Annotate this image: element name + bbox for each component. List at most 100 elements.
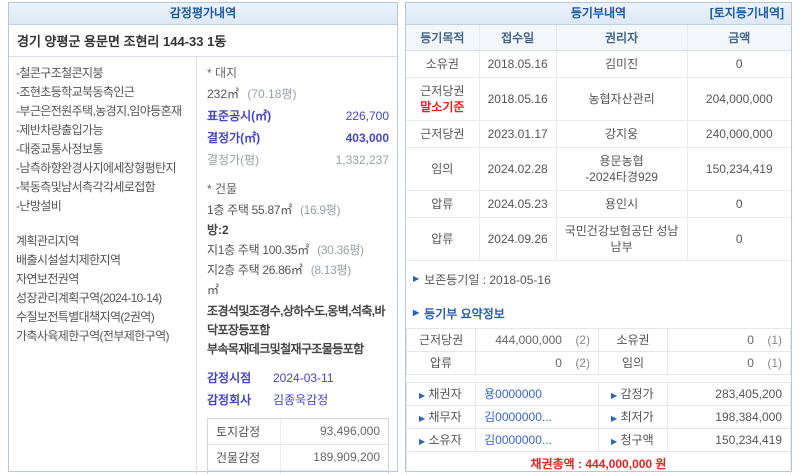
bullet-arrow-icon: ▶ bbox=[413, 309, 419, 317]
row-holder: 농협자산관리 bbox=[556, 77, 687, 120]
creditor-label-text: 채권자 bbox=[429, 387, 462, 401]
summary-row: 압류 0 (2) 임의 0 (1) bbox=[407, 351, 791, 374]
summary-amount: 444,000,000 bbox=[495, 333, 562, 347]
creditor-value: 용0000000 bbox=[476, 382, 599, 405]
decided-price-pyeong-value: 1,332,237 bbox=[336, 149, 389, 171]
decided-price-value: 403,000 bbox=[346, 127, 389, 149]
decided-price-row: 결정가(㎡) 403,000 bbox=[207, 127, 389, 149]
bullet-arrow-icon: ▶ bbox=[611, 414, 617, 423]
zoning-list: 계획관리지역 배출시설설치제한지역 자연보전권역 성장관리계획구역(2024-1… bbox=[16, 232, 193, 346]
summary-row: ▶ 채무자 김0000000... ▶ 최저가 198,384,000 bbox=[407, 405, 791, 428]
summary-label: 임의 bbox=[598, 351, 667, 374]
building-appraisal-row: 건물감정 189,909,200 bbox=[208, 445, 388, 471]
row-holder: 김미진 bbox=[556, 50, 687, 77]
row-purpose: 소유권 bbox=[406, 50, 479, 77]
claim-amount-label-text: 청구액 bbox=[620, 433, 653, 447]
summary-row: 근저당권 444,000,000 (2) 소유권 0 (1) bbox=[407, 328, 791, 351]
row-purpose: 압류 bbox=[406, 217, 479, 260]
room-count: 방:2 bbox=[207, 220, 389, 240]
summary-value: 0 (1) bbox=[668, 328, 791, 351]
row-amount: 0 bbox=[687, 50, 791, 77]
basement1-pyeong: (30.36평) bbox=[317, 243, 364, 257]
appraisal-panel: 감정평가내역 경기 양평군 용문면 조현리 144-33 1동 -철콘구조철콘지… bbox=[8, 2, 398, 472]
summary-count: (1) bbox=[767, 356, 782, 370]
row-amount: 204,000,000 bbox=[687, 77, 791, 120]
row-date: 2024.05.23 bbox=[479, 190, 556, 217]
summary-count: (2) bbox=[575, 333, 590, 347]
bullet-arrow-icon: ▶ bbox=[419, 414, 425, 423]
land-area-sqm: 232㎡ bbox=[207, 87, 239, 101]
zone-item: 가축사육제한구역(전부제한구역) bbox=[16, 327, 193, 346]
registry-title-text: 등기부내역 bbox=[571, 6, 626, 20]
zone-item: 배출시설설치제한지역 bbox=[16, 251, 193, 270]
standard-price-label: 표준공시(㎡) bbox=[207, 105, 271, 127]
minimum-price-label-text: 최저가 bbox=[620, 410, 653, 424]
basement1-area: 지1층 주택 100.35㎡ bbox=[207, 243, 309, 257]
col-amount: 금액 bbox=[687, 25, 791, 50]
land-area: 232㎡ (70.18평) bbox=[207, 84, 389, 105]
property-address: 경기 양평군 용문면 조현리 144-33 1동 bbox=[9, 25, 397, 57]
feature-item: -철콘구조철콘지붕 bbox=[16, 64, 193, 83]
appraised-value: 283,405,200 bbox=[668, 382, 791, 405]
registry-header-row: 등기목적 접수일 권리자 금액 bbox=[406, 25, 791, 50]
floor1-area: 1층 주택 55.87㎡ bbox=[207, 203, 292, 217]
row-holder: 국민건강보험공단 성남남부 bbox=[556, 217, 687, 260]
debtor-label-text: 채무자 bbox=[429, 410, 462, 424]
bullet-arrow-icon: ▶ bbox=[611, 391, 617, 400]
table-row: 압류 2024.05.23 용인시 0 bbox=[406, 190, 791, 217]
registry-table: 등기목적 접수일 권리자 금액 소유권 2018.05.16 김미진 0 근저당… bbox=[406, 25, 791, 261]
decided-price-pyeong-label: 결정가(평) bbox=[207, 149, 259, 171]
summary-label: 소유권 bbox=[598, 328, 667, 351]
debtor-value: 김0000000... bbox=[476, 405, 599, 428]
registry-panel: 등기부내역 [토지등기내역] 등기목적 접수일 권리자 금액 소유권 2018.… bbox=[405, 2, 792, 472]
appraisal-company-value: 김종욱감정 bbox=[273, 389, 328, 411]
row-purpose: 임의 bbox=[406, 147, 479, 190]
row-date: 2018.05.16 bbox=[479, 77, 556, 120]
land-registry-link[interactable]: [토지등기내역] bbox=[710, 3, 784, 24]
col-purpose: 등기목적 bbox=[406, 25, 479, 50]
building-basement2: 지2층 주택 26.86㎡ (8.13평) bbox=[207, 260, 389, 280]
summary-count: (2) bbox=[575, 356, 590, 370]
parties-amounts-table: ▶ 채권자 용0000000 ▶ 감정가 283,405,200 ▶ 채무자 김… bbox=[406, 382, 791, 474]
row-date: 2024.09.26 bbox=[479, 217, 556, 260]
zone-item: 자연보전권역 bbox=[16, 270, 193, 289]
building-floor1: 1층 주택 55.87㎡ (16.9평) bbox=[207, 200, 389, 220]
row-amount: 240,000,000 bbox=[687, 120, 791, 147]
feature-item: -난방설비 bbox=[16, 197, 193, 216]
zone-item: 계획관리지역 bbox=[16, 232, 193, 251]
appraisal-detail: * 대지 232㎡ (70.18평) 표준공시(㎡) 226,700 결정가(㎡… bbox=[197, 57, 397, 474]
land-area-pyeong: (70.18평) bbox=[247, 87, 296, 101]
property-features-list: -철콘구조철콘지붕 -조현초등학교북동측인근 -부근은전원주택,농경지,임야등혼… bbox=[9, 57, 197, 474]
holder-main: 용문농협 bbox=[560, 153, 684, 169]
col-holder: 권리자 bbox=[556, 25, 687, 50]
land-appraisal-row: 토지감정 93,496,000 bbox=[208, 419, 388, 445]
decided-price-label: 결정가(㎡) bbox=[207, 127, 260, 149]
building-section-label: * 건물 bbox=[207, 179, 389, 200]
col-date: 접수일 bbox=[479, 25, 556, 50]
holder-case-number: -2024타경929 bbox=[560, 169, 684, 185]
basement2-pyeong: (8.13평) bbox=[311, 263, 351, 277]
table-row: 근저당권 2023.01.17 강지웅 240,000,000 bbox=[406, 120, 791, 147]
summary-row: ▶ 채권자 용0000000 ▶ 감정가 283,405,200 bbox=[407, 382, 791, 405]
owner-value: 김0000000... bbox=[476, 428, 599, 451]
total-debt-row: 채권총액 : 444,000,000 원 bbox=[407, 451, 791, 474]
summary-label: 압류 bbox=[407, 351, 476, 374]
appraisal-company-label: 감정회사 bbox=[207, 389, 273, 411]
row-date: 2018.05.16 bbox=[479, 50, 556, 77]
feature-item: -북동측및남서측각각세로접함 bbox=[16, 178, 193, 197]
bullet-arrow-icon: ▶ bbox=[419, 391, 425, 400]
table-row: 압류 2024.09.26 국민건강보험공단 성남남부 0 bbox=[406, 217, 791, 260]
summary-value: 444,000,000 (2) bbox=[476, 328, 599, 351]
cancellation-base-badge: 말소기준 bbox=[409, 99, 476, 115]
feature-item: -제반차량출입가능 bbox=[16, 121, 193, 140]
summary-value: 0 (2) bbox=[476, 351, 599, 374]
summary-count: (1) bbox=[767, 333, 782, 347]
registry-summary-title: ▶ 등기부 요약정보 bbox=[413, 305, 789, 322]
unit-line: ㎡ bbox=[207, 280, 389, 300]
bullet-arrow-icon: ▶ bbox=[611, 437, 617, 446]
appraised-label: ▶ 감정가 bbox=[598, 382, 667, 405]
feature-item: -조현초등학교북동측인근 bbox=[16, 83, 193, 102]
appraisal-company-row: 감정회사 김종욱감정 bbox=[207, 389, 389, 411]
feature-item: -대중교통사정보통 bbox=[16, 140, 193, 159]
summary-amount: 0 bbox=[747, 356, 754, 370]
